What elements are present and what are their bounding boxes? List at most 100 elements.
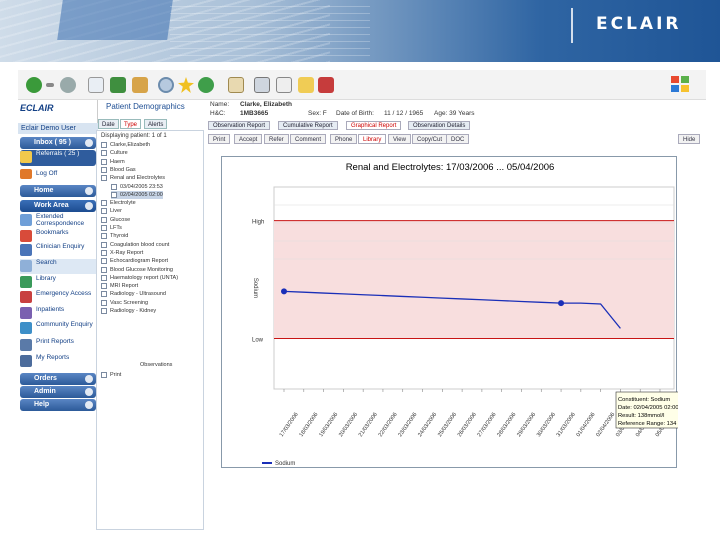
tree-footer-observations[interactable]: Observations <box>131 361 172 369</box>
tree-item[interactable]: Haem <box>101 158 125 166</box>
stop-icon[interactable] <box>88 77 104 93</box>
mail-icon[interactable] <box>228 77 244 93</box>
tree-item[interactable]: Haematology report (UNTA) <box>101 274 178 282</box>
nav-item-my-reports[interactable]: My Reports <box>20 354 96 369</box>
log-off-button[interactable]: Log Off <box>20 168 96 180</box>
hide-button[interactable]: Hide <box>678 134 701 144</box>
tree-item[interactable]: MRI Report <box>101 282 138 290</box>
forward-icon[interactable] <box>60 77 76 93</box>
copy-button[interactable]: Copy/Cut <box>412 134 448 144</box>
action-bar: Print Accept Refer Comment Phone Library… <box>208 134 704 145</box>
x-tick-label: 21/03/2006 <box>358 412 379 438</box>
tree-item[interactable]: 03/04/2005 23:53 <box>111 183 163 191</box>
tree-item[interactable]: Glucose <box>101 216 130 224</box>
library-button[interactable]: Library <box>358 134 387 144</box>
tree-item-label: Echocardiogram Report <box>110 258 169 265</box>
back-dropdown-icon[interactable] <box>46 83 54 87</box>
work-area-header[interactable]: Work Area <box>20 200 96 212</box>
left-tabs: Date Type Alerts <box>94 119 204 129</box>
tab-date[interactable]: Date <box>98 119 119 129</box>
edit-icon[interactable] <box>276 77 292 93</box>
results-tree: Displaying patient: 1 of 1 Clarke,Elizab… <box>96 130 204 530</box>
nav-item-bookmarks[interactable]: Bookmarks <box>20 229 96 244</box>
favorites-icon[interactable] <box>178 77 194 93</box>
view-button[interactable]: View <box>388 134 411 144</box>
tree-item[interactable]: Culture <box>101 149 128 157</box>
tree-item[interactable]: Renal and Electrolytes <box>101 174 165 182</box>
expand-icon <box>101 258 107 265</box>
nav-item-emergency-access[interactable]: Emergency Access <box>20 290 96 305</box>
nav-item-library[interactable]: Library <box>20 275 96 290</box>
x-tick-label: 18/03/2006 <box>299 412 320 438</box>
tree-item[interactable]: Radiology - Kidney <box>101 307 156 315</box>
doc-button[interactable]: DOC <box>446 134 470 144</box>
tree-item[interactable]: Electrolyte <box>101 199 136 207</box>
nav-item-search[interactable]: Search <box>20 259 96 274</box>
clinician-icon <box>20 244 32 256</box>
nav-item-label: Emergency Access <box>36 290 92 297</box>
app-logo: ECLAIR <box>20 103 54 113</box>
messenger-icon[interactable] <box>318 77 334 93</box>
tree-item[interactable]: LFTs <box>101 224 122 232</box>
tree-item[interactable]: Radiology - Ultrasound <box>101 290 166 298</box>
referrals-button[interactable]: Referrals ( 25 ) <box>20 150 96 166</box>
browser-frame: ECLAIR Eclair Demo User Inbox ( 95 ) Ref… <box>18 70 713 530</box>
admin-button[interactable]: Admin <box>20 386 96 398</box>
print-button[interactable]: Print <box>208 134 231 144</box>
banner-lines-decoration <box>170 6 370 56</box>
nav-item-clinician-enquiry[interactable]: Clinician Enquiry <box>20 243 96 258</box>
tree-item[interactable]: X-Ray Report <box>101 249 143 257</box>
tree-item-label: Renal and Electrolytes <box>110 175 166 182</box>
orders-label: Orders <box>34 375 57 382</box>
x-tick-label: 26/03/2006 <box>457 412 478 438</box>
log-off-label: Log Off <box>36 170 58 177</box>
nav-item-print-reports[interactable]: Print Reports <box>20 338 96 353</box>
phone-button[interactable]: Phone <box>330 134 358 144</box>
tree-item[interactable]: Liver <box>101 207 122 215</box>
orders-button[interactable]: Orders <box>20 373 96 385</box>
tab-cumulative-report[interactable]: Cumulative Report <box>278 121 338 130</box>
refer-button[interactable]: Refer <box>264 134 289 144</box>
tab-type[interactable]: Type <box>120 119 142 129</box>
nav-item-label: Print Reports <box>36 338 74 345</box>
nav-item-inpatients[interactable]: Inpatients <box>20 306 96 321</box>
tree-footer-print[interactable]: Print <box>101 371 121 379</box>
comment-button[interactable]: Comment <box>290 134 327 144</box>
tree-footer-label: Print <box>110 372 122 378</box>
print-icon[interactable] <box>254 77 270 93</box>
tab-alerts[interactable]: Alerts <box>144 119 168 129</box>
tree-item[interactable]: Thyroid <box>101 232 128 240</box>
help-button[interactable]: Help <box>20 399 96 411</box>
legend-label: Sodium <box>275 461 295 467</box>
search-icon[interactable] <box>158 77 174 93</box>
home-button[interactable]: Home <box>20 185 96 197</box>
tree-item-label: Radiology - Ultrasound <box>110 291 166 298</box>
tree-item[interactable]: Blood Glucose Monitoring <box>101 266 173 274</box>
tree-item[interactable]: Clarke,Elizabeth <box>101 141 150 149</box>
folder-icon[interactable] <box>298 77 314 93</box>
tree-item[interactable]: Blood Gas <box>101 166 136 174</box>
history-icon[interactable] <box>198 77 214 93</box>
tree-item[interactable]: Vasc Screening <box>101 299 148 307</box>
tab-graphical-report[interactable]: Graphical Report <box>346 121 402 130</box>
home-icon[interactable] <box>132 77 148 93</box>
hcn-label: H&C: <box>210 110 226 117</box>
work-area-label: Work Area <box>34 202 69 209</box>
tree-item[interactable]: Coagulation blood count <box>101 241 169 249</box>
tree-header: Displaying patient: 1 of 1 <box>101 133 167 139</box>
tree-item-label: LFTs <box>110 225 122 231</box>
tree-item[interactable]: Echocardiogram Report <box>101 257 168 265</box>
tree-item-label: 03/04/2005 23:53 <box>120 183 163 190</box>
nav-item-extended-correspondence[interactable]: Extended Correspondence <box>20 213 96 228</box>
refresh-icon[interactable] <box>110 77 126 93</box>
inbox-button[interactable]: Inbox ( 95 ) <box>20 137 96 149</box>
browser-toolbar <box>18 70 706 100</box>
tab-observation-report[interactable]: Observation Report <box>208 121 271 130</box>
accept-button[interactable]: Accept <box>234 134 263 144</box>
inbox-label: Inbox ( 95 ) <box>34 139 71 146</box>
expand-icon <box>101 216 107 223</box>
tree-item[interactable]: 02/04/2005 02:00 <box>111 190 163 199</box>
back-icon[interactable] <box>26 77 42 93</box>
tab-observation-details[interactable]: Observation Details <box>408 121 471 130</box>
nav-item-community-enquiry[interactable]: Community Enquiry <box>20 321 96 336</box>
